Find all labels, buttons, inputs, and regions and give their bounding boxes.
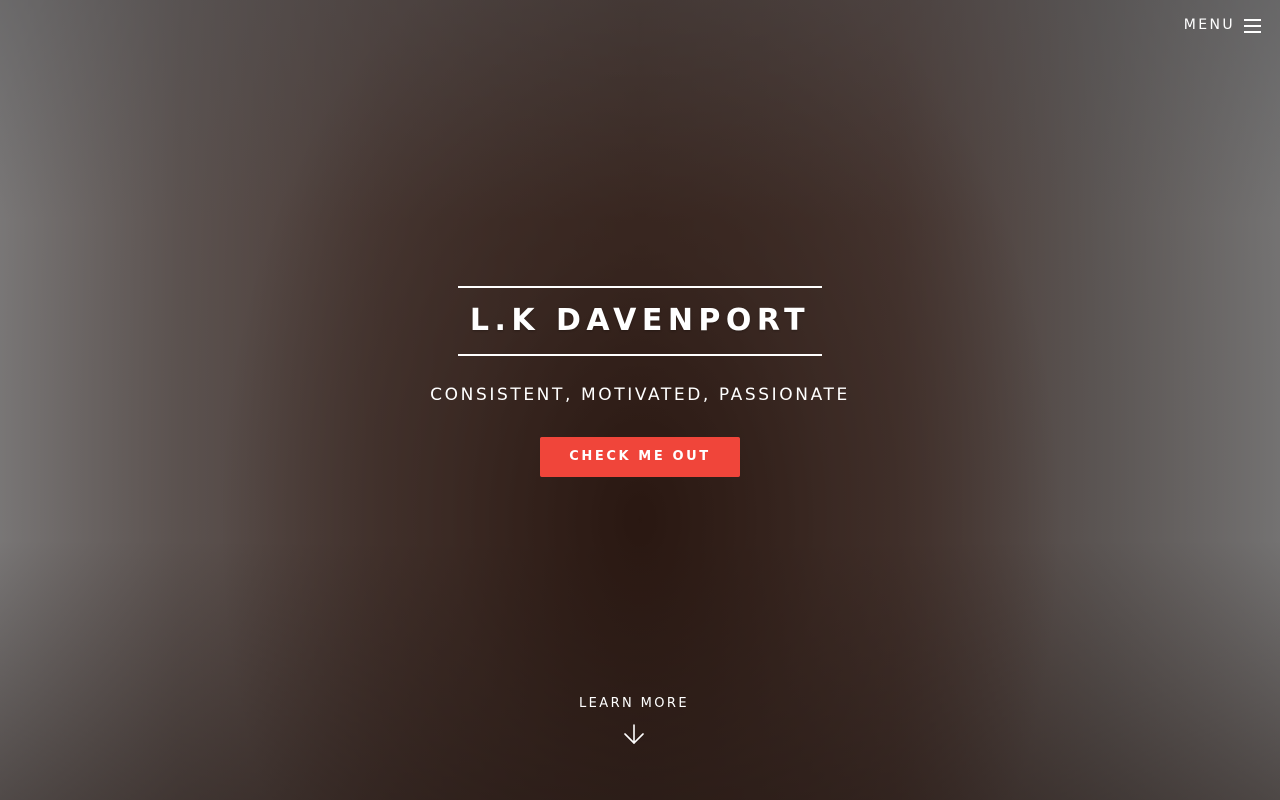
- tagline: CONSISTENT, MOTIVATED, PASSIONATE: [430, 385, 850, 405]
- arrow-down-icon: [624, 724, 644, 744]
- site-title: L.K DAVENPORT: [469, 303, 811, 338]
- check-me-out-button[interactable]: CHECK ME OUT: [540, 437, 740, 477]
- background-bottom-shade: [0, 540, 1280, 800]
- background-top-shade: [0, 0, 1280, 220]
- menu-button[interactable]: MENU: [1184, 14, 1261, 36]
- hamburger-icon: [1244, 18, 1261, 33]
- menu-label: MENU: [1183, 17, 1235, 33]
- learn-more-label: LEARN MORE: [579, 696, 689, 711]
- title-box: L.K DAVENPORT: [458, 286, 822, 356]
- learn-more-link[interactable]: LEARN MORE: [0, 694, 1268, 745]
- hero-section: L.K DAVENPORT CONSISTENT, MOTIVATED, PAS…: [0, 286, 1280, 477]
